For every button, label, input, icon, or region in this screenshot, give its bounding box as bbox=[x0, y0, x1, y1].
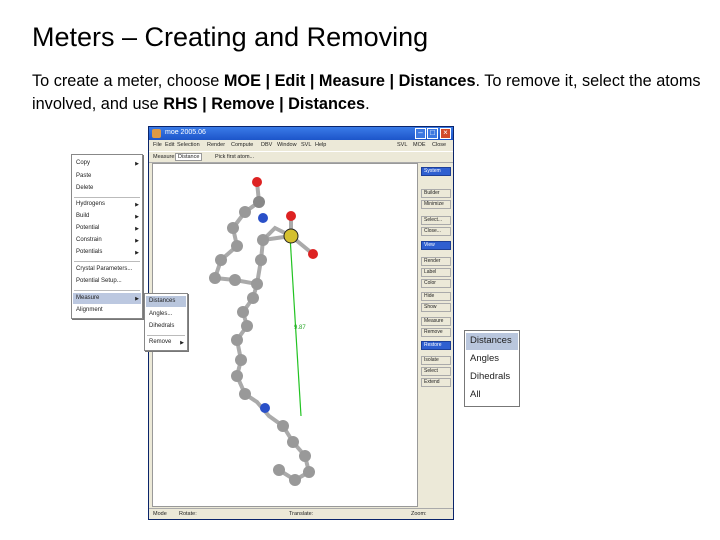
status-bar: Mode Rotate: Translate: Zoom: bbox=[149, 508, 453, 519]
window-title: moe 2005.06 bbox=[165, 129, 206, 136]
status-rotate[interactable]: Rotate: bbox=[179, 511, 197, 517]
intro-part-3: . bbox=[365, 95, 370, 113]
chevron-right-icon: ▶ bbox=[135, 214, 139, 220]
slide-intro-text: To create a meter, choose MOE | Edit | M… bbox=[32, 70, 712, 116]
intro-create-path: MOE | Edit | Measure | Distances bbox=[223, 72, 476, 90]
remove-menu-all[interactable]: All bbox=[470, 389, 481, 400]
oxygen-atom bbox=[286, 211, 296, 221]
maximize-icon[interactable]: □ bbox=[427, 128, 438, 139]
moe-window: moe 2005.06 – □ × File Edit Selection Re… bbox=[148, 126, 454, 520]
edit-menu-popup: Copy ▶ Paste Delete Hydrogens ▶ Build ▶ … bbox=[71, 154, 143, 319]
rhs-view-button[interactable]: View bbox=[421, 241, 451, 250]
status-zoom[interactable]: Zoom: bbox=[411, 511, 427, 517]
atom-spheres bbox=[209, 177, 318, 486]
rhs-show-button[interactable]: Show bbox=[421, 303, 451, 312]
menu-separator bbox=[74, 261, 140, 262]
pick-atom-prompt: Pick first atom... bbox=[215, 154, 255, 160]
measure-menu-remove[interactable]: Remove bbox=[149, 339, 171, 345]
rhs-builder-button[interactable]: Builder bbox=[421, 189, 451, 198]
edit-menu-potential[interactable]: Potential bbox=[76, 225, 99, 231]
rhs-select2-button[interactable]: Select bbox=[421, 367, 451, 376]
menu-right-svl[interactable]: SVL bbox=[397, 142, 407, 148]
edit-menu-build[interactable]: Build bbox=[76, 213, 89, 219]
measure-label: Measure: bbox=[153, 154, 176, 160]
close-icon[interactable]: × bbox=[440, 128, 451, 139]
chevron-right-icon: ▶ bbox=[180, 340, 184, 346]
oxygen-atom bbox=[252, 177, 262, 187]
remove-menu-dihedrals[interactable]: Dihedrals bbox=[470, 371, 510, 382]
edit-menu-measure[interactable]: Measure bbox=[76, 295, 99, 301]
edit-menu-crystal-parameters[interactable]: Crystal Parameters... bbox=[76, 266, 132, 272]
status-mode[interactable]: Mode bbox=[153, 511, 167, 517]
edit-menu-potential-setup[interactable]: Potential Setup... bbox=[76, 278, 122, 284]
oxygen-atom bbox=[308, 249, 318, 259]
edit-menu-hydrogens[interactable]: Hydrogens bbox=[76, 201, 105, 207]
sulfur-atom-selected bbox=[283, 228, 299, 244]
edit-menu-alignment[interactable]: Alignment bbox=[76, 307, 103, 313]
edit-menu-paste[interactable]: Paste bbox=[76, 173, 91, 179]
chevron-right-icon: ▶ bbox=[135, 202, 139, 208]
rhs-select-button[interactable]: Select... bbox=[421, 216, 451, 225]
measure-type-select[interactable]: Distance bbox=[175, 153, 203, 161]
window-titlebar[interactable]: moe 2005.06 – □ × bbox=[149, 127, 453, 140]
menu-separator bbox=[147, 335, 185, 336]
minimize-icon[interactable]: – bbox=[415, 128, 426, 139]
menu-render[interactable]: Render bbox=[207, 142, 225, 148]
measure-submenu: Distances Angles... Dihedrals Remove ▶ bbox=[144, 293, 188, 351]
rhs-render-button[interactable]: Render bbox=[421, 257, 451, 266]
molecule-render[interactable]: 9.87 bbox=[153, 164, 417, 506]
rhs-hide-button[interactable]: Hide bbox=[421, 292, 451, 301]
rhs-minimize-button[interactable]: Minimize bbox=[421, 200, 451, 209]
edit-menu-potentials[interactable]: Potentials bbox=[76, 249, 102, 255]
rhs-color-button[interactable]: Color bbox=[421, 279, 451, 288]
menu-right-moe[interactable]: MOE bbox=[413, 142, 426, 148]
nitrogen-atom bbox=[258, 213, 268, 223]
rhs-extend-button[interactable]: Extend bbox=[421, 378, 451, 387]
menu-edit[interactable]: Edit bbox=[165, 142, 174, 148]
chevron-right-icon: ▶ bbox=[135, 161, 139, 167]
intro-part-1: To create a meter, choose bbox=[32, 72, 224, 90]
menu-compute[interactable]: Compute bbox=[231, 142, 253, 148]
chevron-right-icon: ▶ bbox=[135, 226, 139, 232]
slide-title: Meters – Creating and Removing bbox=[32, 22, 429, 52]
menu-bar: File Edit Selection Render Compute DBV W… bbox=[149, 141, 453, 150]
menu-selection[interactable]: Selection bbox=[177, 142, 200, 148]
chevron-right-icon: ▶ bbox=[135, 296, 139, 302]
app-icon bbox=[152, 129, 161, 138]
rhs-remove-button[interactable]: Remove bbox=[421, 328, 451, 337]
menu-dbv[interactable]: DBV bbox=[261, 142, 272, 148]
rhs-close-button[interactable]: Close... bbox=[421, 227, 451, 236]
menu-separator bbox=[74, 290, 140, 291]
rhs-label-button[interactable]: Label bbox=[421, 268, 451, 277]
edit-menu-copy[interactable]: Copy bbox=[76, 160, 90, 166]
remove-menu-distances[interactable]: Distances bbox=[470, 335, 512, 346]
chevron-right-icon: ▶ bbox=[135, 250, 139, 256]
rhs-restore-button[interactable]: Restore bbox=[421, 341, 451, 350]
menu-right-close[interactable]: Close bbox=[432, 142, 446, 148]
meter-distance-label: 9.87 bbox=[294, 325, 306, 331]
measure-menu-distances[interactable]: Distances bbox=[149, 298, 175, 304]
edit-menu-constrain[interactable]: Constrain bbox=[76, 237, 102, 243]
menu-svl[interactable]: SVL bbox=[301, 142, 311, 148]
menu-separator bbox=[74, 197, 140, 198]
edit-menu-delete[interactable]: Delete bbox=[76, 185, 93, 191]
rhs-isolate-button[interactable]: Isolate bbox=[421, 356, 451, 365]
menu-file[interactable]: File bbox=[153, 142, 162, 148]
remove-submenu: Distances Angles Dihedrals All bbox=[464, 330, 520, 407]
intro-remove-path: RHS | Remove | Distances bbox=[163, 95, 366, 113]
menu-window[interactable]: Window bbox=[277, 142, 297, 148]
measure-menu-angles[interactable]: Angles... bbox=[149, 311, 172, 317]
molecule-viewport[interactable]: 9.87 bbox=[152, 163, 418, 507]
remove-menu-angles[interactable]: Angles bbox=[470, 353, 499, 364]
status-translate[interactable]: Translate: bbox=[289, 511, 313, 517]
measure-menu-dihedrals[interactable]: Dihedrals bbox=[149, 323, 174, 329]
nitrogen-atom bbox=[260, 403, 270, 413]
chevron-right-icon: ▶ bbox=[135, 238, 139, 244]
menu-help[interactable]: Help bbox=[315, 142, 326, 148]
measure-toolbar: Measure: Distance Pick first atom... bbox=[149, 151, 453, 163]
right-hand-side-panel: System Builder Minimize Select... Close.… bbox=[420, 163, 453, 507]
rhs-system-button[interactable]: System bbox=[421, 167, 451, 176]
rhs-measure-button[interactable]: Measure bbox=[421, 317, 451, 326]
